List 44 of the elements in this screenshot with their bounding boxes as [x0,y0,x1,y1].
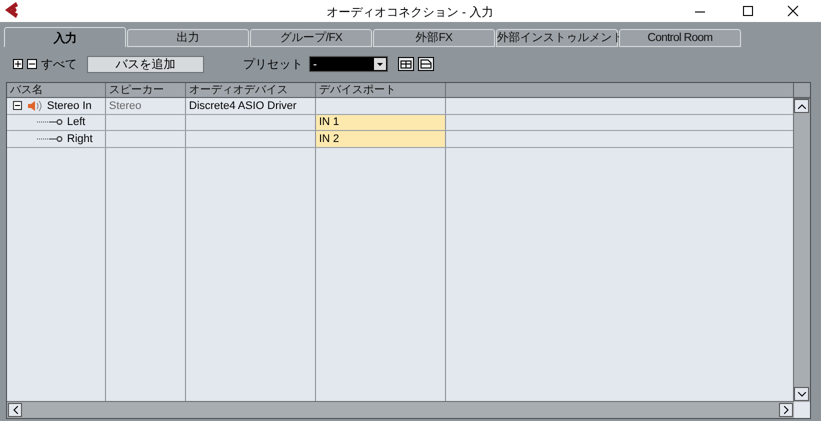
right-caret-icon [784,406,788,414]
add-bus-button[interactable]: バスを追加 [87,56,204,72]
tab[interactable]: グループ/FX [250,29,372,47]
tab[interactable]: Control Room [619,29,741,47]
horizontal-scrollbar[interactable] [7,401,794,418]
vertical-scrollbar[interactable] [793,98,810,402]
up-caret-icon [798,104,806,108]
maximize-icon[interactable] [742,5,754,17]
preset-dropdown[interactable]: - [309,56,388,72]
bus-name: Left [67,115,86,130]
bus-name: Stereo In [47,98,92,114]
speaker-cell-text: Stereo [109,98,142,114]
bus-name: Right [67,132,93,146]
column-header[interactable]: オーディオデバイス [186,83,316,97]
down-caret-icon [798,392,806,396]
port-cell-text: IN 2 [319,132,340,146]
port-cell-highlight[interactable]: IN 1 [316,114,446,130]
window-title: オーディオコネクション - 入力 [326,4,494,21]
collapse-icon[interactable] [13,101,22,110]
scroll-down-button[interactable] [794,387,809,401]
tab[interactable]: 外部FX [373,29,495,47]
port-cell-highlight[interactable]: IN 2 [316,131,446,146]
collapse-all-icon[interactable] [27,59,37,69]
tab[interactable]: 入力 [4,27,126,47]
preset-value: - [313,58,317,70]
column-header[interactable]: デバイスポート [316,83,446,97]
delete-preset-icon[interactable] [418,57,434,71]
tab[interactable]: 出力 [127,29,249,47]
all-label: すべて [41,56,77,73]
column-header[interactable]: バス名 [7,83,106,97]
column-header[interactable]: スピーカー [106,83,186,97]
close-icon[interactable] [787,5,799,17]
expand-all-icon[interactable] [13,59,23,69]
scroll-left-button[interactable] [8,403,22,417]
left-caret-icon [12,406,18,414]
channel-connector-icon [37,134,63,143]
speaker-icon [27,100,43,112]
scroll-up-button[interactable] [794,99,809,113]
save-preset-icon[interactable] [398,57,414,71]
scroll-right-button[interactable] [779,403,793,417]
preset-label: プリセット [243,56,303,73]
device-cell-text: Discrete4 ASIO Driver [189,98,297,114]
channel-connector-icon [37,118,63,126]
port-cell-text: IN 1 [319,115,340,130]
